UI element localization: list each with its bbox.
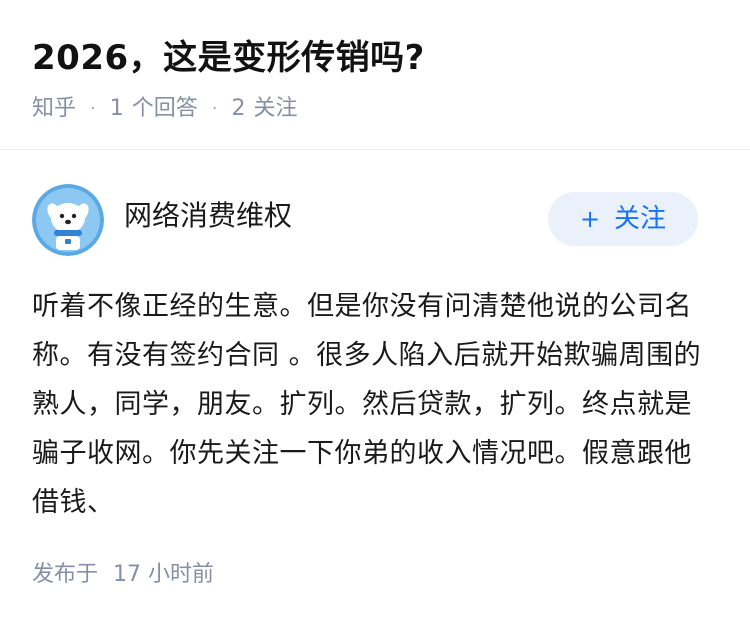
follow-button-label: 关注 (614, 204, 667, 234)
question-header: 2026，这是变形传销吗? 知乎 · 1 个回答 · 2 关注 (0, 0, 750, 150)
plus-icon: + (579, 205, 601, 233)
avatar[interactable] (32, 184, 104, 256)
author-row: 网络消费维权 + 关注 (32, 182, 718, 258)
follow-count-label: 关注 (253, 96, 298, 121)
answer-count: 1 (109, 96, 124, 121)
published-time: 17 小时前 (113, 562, 215, 587)
author-name[interactable]: 网络消费维权 (124, 196, 292, 236)
follow-count: 2 (231, 96, 246, 121)
meta-separator: · (211, 98, 218, 119)
follow-button[interactable]: + 关注 (548, 192, 698, 246)
answer-footer: 发布于 17 小时前 (32, 560, 214, 590)
answer-content: 听着不像正经的生意。但是你没有问清楚他说的公司名称。有没有签约合同 。很多人陷入… (32, 291, 702, 518)
published-label: 发布于 (32, 562, 99, 587)
answer-count-label: 个回答 (131, 96, 198, 121)
source-label[interactable]: 知乎 (32, 94, 76, 124)
meta-separator: · (90, 98, 96, 119)
answer-page: 2026，这是变形传销吗? 知乎 · 1 个回答 · 2 关注 网络消费维权 +… (0, 0, 750, 626)
question-meta: 知乎 · 1 个回答 · 2 关注 (32, 94, 298, 124)
question-title[interactable]: 2026，这是变形传销吗? (32, 34, 425, 82)
cartoon-dog-avatar-icon (32, 184, 104, 256)
